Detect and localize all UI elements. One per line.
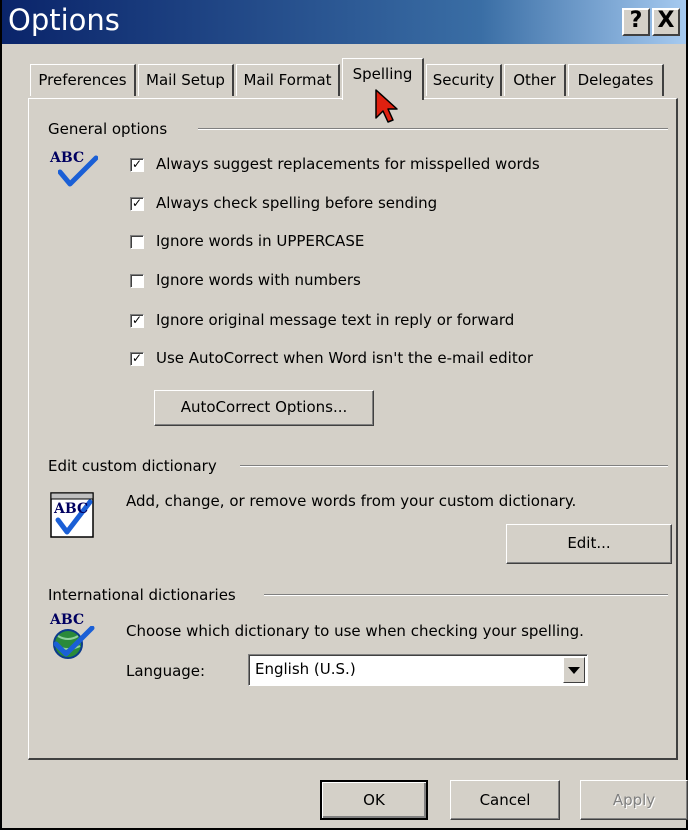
language-select[interactable]: English (U.S.) <box>248 654 588 686</box>
cb-use-autocorrect[interactable]: ✓ <box>130 352 144 366</box>
cb-suggest-replacements-label: Always suggest replacements for misspell… <box>156 155 540 173</box>
edit-dictionary-button[interactable]: Edit... <box>506 524 672 564</box>
cb-ignore-original-text[interactable]: ✓ <box>130 314 144 328</box>
mouse-cursor-icon <box>375 89 398 123</box>
chevron-down-icon[interactable] <box>563 657 585 683</box>
dictionary-icon: ABC <box>50 492 100 540</box>
cb-suggest-replacements[interactable]: ✓ <box>130 158 144 172</box>
cb-ignore-numbers[interactable] <box>130 274 144 288</box>
international-heading: International dictionaries <box>48 586 236 604</box>
language-select-value: English (U.S.) <box>255 660 356 678</box>
autocorrect-options-button[interactable]: AutoCorrect Options... <box>154 390 374 426</box>
tab-preferences[interactable]: Preferences <box>30 64 136 96</box>
dictionary-icon-text: ABC <box>54 501 89 517</box>
cb-ignore-numbers-label: Ignore words with numbers <box>156 271 361 289</box>
international-divider <box>264 594 668 596</box>
tab-mail-setup[interactable]: Mail Setup <box>138 64 234 96</box>
apply-button[interactable]: Apply <box>580 780 688 820</box>
custom-dictionary-heading: Edit custom dictionary <box>48 457 217 475</box>
tab-delegates[interactable]: Delegates <box>568 64 664 96</box>
tab-other[interactable]: Other <box>504 64 566 96</box>
cancel-button[interactable]: Cancel <box>450 780 560 820</box>
cb-ignore-uppercase-label: Ignore words in UPPERCASE <box>156 232 365 250</box>
help-button[interactable]: ? <box>622 8 650 36</box>
cb-ignore-original-text-label: Ignore original message text in reply or… <box>156 311 515 329</box>
cb-use-autocorrect-label: Use AutoCorrect when Word isn't the e-ma… <box>156 349 534 367</box>
custom-dictionary-divider <box>240 465 668 467</box>
international-description: Choose which dictionary to use when chec… <box>126 622 584 640</box>
title-bar[interactable]: Options ? X <box>2 0 686 44</box>
tab-mail-format[interactable]: Mail Format <box>236 64 340 96</box>
close-button[interactable]: X <box>652 8 680 36</box>
globe-check-icon: ABC <box>50 612 100 660</box>
options-dialog: Options ? X Preferences Mail Setup Mail … <box>0 0 688 830</box>
spellcheck-icon: ABC <box>50 150 100 187</box>
cb-check-before-sending-label: Always check spelling before sending <box>156 194 438 212</box>
general-options-heading: General options <box>48 120 168 138</box>
window-title: Options <box>8 3 120 37</box>
cb-ignore-uppercase[interactable] <box>130 235 144 249</box>
general-options-divider <box>198 128 668 130</box>
language-label: Language: <box>126 662 206 680</box>
custom-dictionary-description: Add, change, or remove words from your c… <box>126 492 577 510</box>
tab-security[interactable]: Security <box>426 64 502 96</box>
ok-button[interactable]: OK <box>320 780 428 820</box>
cb-check-before-sending[interactable]: ✓ <box>130 197 144 211</box>
